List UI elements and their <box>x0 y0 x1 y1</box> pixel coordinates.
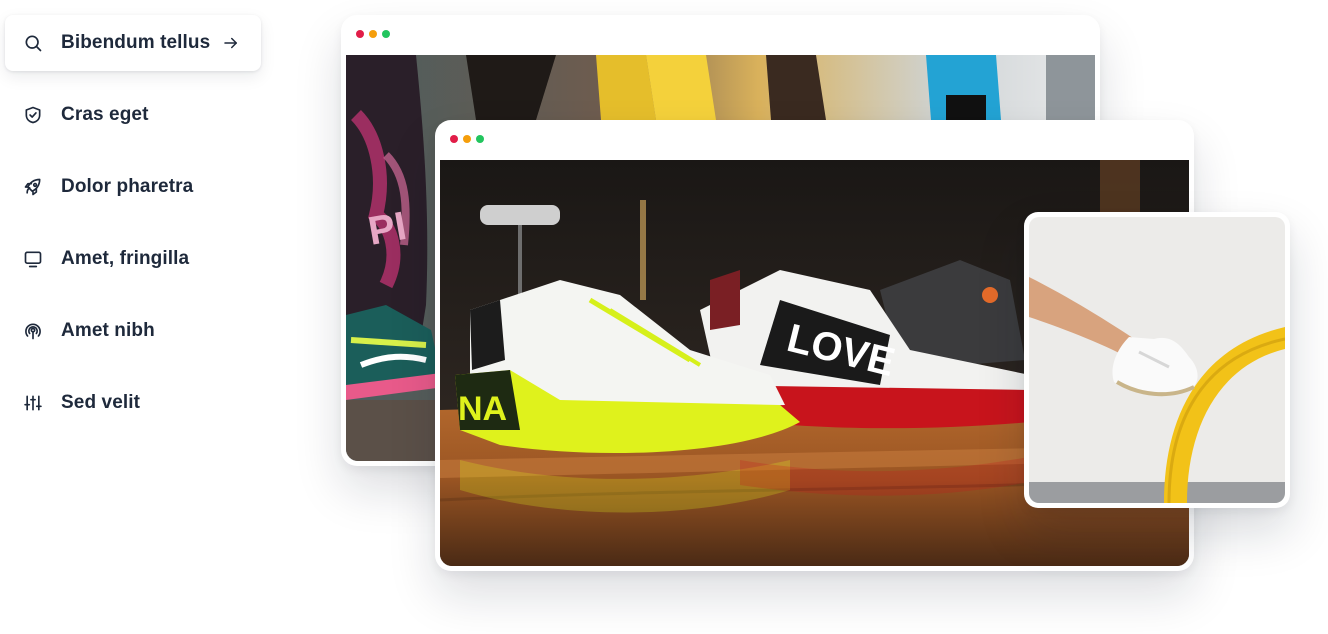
foot-on-rail-photo <box>1029 217 1285 503</box>
close-dot <box>356 30 364 38</box>
sidebar-item-amet-fringilla[interactable]: Amet, fringilla <box>5 231 261 287</box>
maximize-dot <box>476 135 484 143</box>
minimize-dot <box>463 135 471 143</box>
shield-check-icon <box>21 103 45 127</box>
rocket-icon <box>21 175 45 199</box>
sidebar-item-label: Cras eget <box>61 104 149 125</box>
sidebar-item-cras-eget[interactable]: Cras eget <box>5 87 261 143</box>
sidebar-item-amet-nibh[interactable]: Amet nibh <box>5 303 261 359</box>
sidebar-item-sed-velit[interactable]: Sed velit <box>5 375 261 431</box>
monitor-icon <box>21 247 45 271</box>
maximize-dot <box>382 30 390 38</box>
window-titlebar <box>435 120 1194 160</box>
search-icon <box>21 31 45 55</box>
sliders-icon <box>21 391 45 415</box>
podcast-icon <box>21 319 45 343</box>
sidebar-item-dolor-pharetra[interactable]: Dolor pharetra <box>5 159 261 215</box>
window-titlebar <box>341 15 1100 55</box>
arrow-right-icon <box>222 34 240 52</box>
minimize-dot <box>369 30 377 38</box>
sidebar-nav: Bibendum tellus Cras eget Dolor pharetra… <box>5 15 261 447</box>
sidebar-item-label: Amet, fringilla <box>61 248 190 269</box>
sidebar-item-label: Sed velit <box>61 392 141 413</box>
photo-card <box>1024 212 1290 508</box>
svg-text:PI: PI <box>365 204 410 254</box>
sidebar-item-bibendum-tellus[interactable]: Bibendum tellus <box>5 15 261 71</box>
sidebar-item-label: Bibendum tellus <box>61 32 211 53</box>
sidebar-item-label: Amet nibh <box>61 320 155 341</box>
close-dot <box>450 135 458 143</box>
svg-text:NA: NA <box>458 390 507 428</box>
sidebar-item-label: Dolor pharetra <box>61 176 194 197</box>
